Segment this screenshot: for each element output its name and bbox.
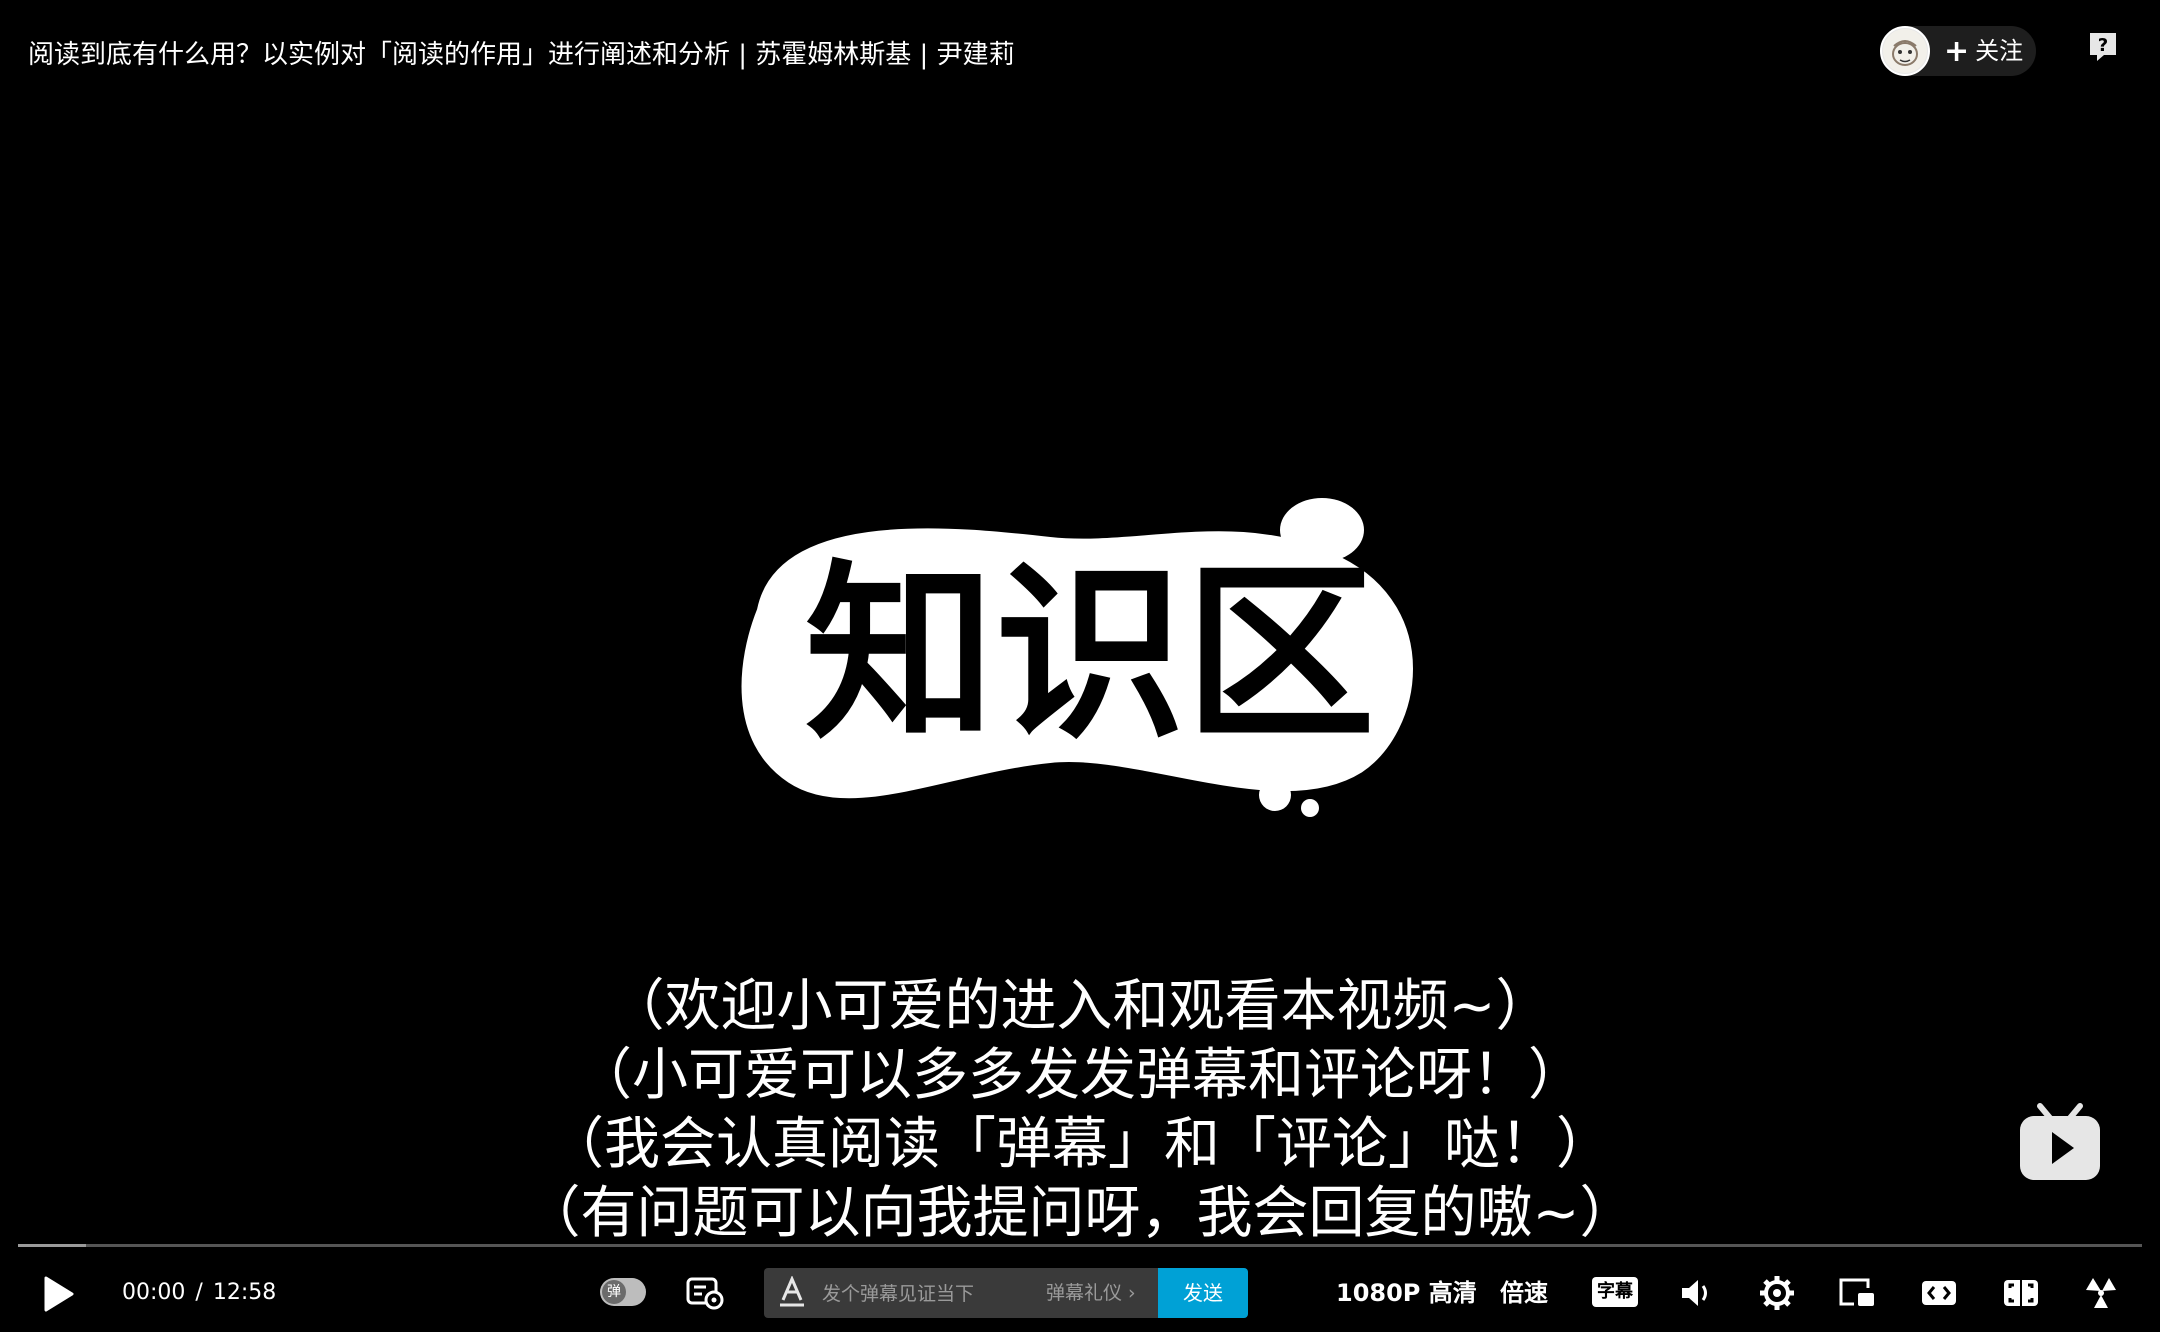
video-title: 阅读到底有什么用？以实例对「阅读的作用」进行阐述和分析 | 苏霍姆林斯基 | 尹… — [28, 40, 1015, 70]
danmaku-settings-icon[interactable] — [686, 1276, 724, 1310]
gear-icon[interactable] — [1758, 1274, 1796, 1312]
danmaku-etiquette-link[interactable]: 弹幕礼仪 › — [1046, 1268, 1136, 1318]
subtitle-line: （小可爱可以多多发发弹幕和评论呀！） — [576, 1043, 1584, 1108]
speed-button[interactable]: 倍速 — [1500, 1276, 1548, 1310]
subtitle-line: （欢迎小可爱的进入和观看本视频~） — [608, 974, 1552, 1039]
help-icon[interactable]: ? — [2086, 30, 2120, 64]
duration: 12:58 — [212, 1280, 277, 1305]
quality-button[interactable]: 1080P 高清 — [1336, 1276, 1477, 1310]
knowledge-zone-logo: 知识区 — [741, 498, 1413, 817]
subtitle-button[interactable]: 字幕 — [1592, 1277, 1638, 1307]
bilibili-tv-icon[interactable] — [2018, 1102, 2102, 1182]
time-display: 00:00 / 12:58 — [122, 1280, 276, 1326]
follow-label: 关注 — [1975, 37, 2024, 65]
picture-in-picture-icon[interactable] — [1838, 1274, 1876, 1312]
svg-text:?: ? — [2098, 35, 2108, 56]
volume-icon[interactable] — [1678, 1274, 1716, 1312]
subtitle-overlay: （欢迎小可爱的进入和观看本视频~） （小可爱可以多多发发弹幕和评论呀！） （我会… — [0, 972, 2160, 1248]
plus-icon: + — [1944, 34, 1970, 69]
font-style-icon[interactable] — [778, 1276, 806, 1308]
subtitle-line: （有问题可以向我提问呀，我会回复的嗷~） — [524, 1181, 1636, 1246]
send-danmaku-button[interactable]: 发送 — [1158, 1268, 1248, 1318]
danmaku-toggle-knob: 弹 — [602, 1280, 626, 1304]
uploader-avatar[interactable] — [1880, 26, 1930, 76]
buffered-bar — [18, 1244, 86, 1247]
danmaku-toggle[interactable]: 弹 — [600, 1278, 646, 1306]
logo-text: 知识区 — [805, 544, 1375, 765]
danmaku-input[interactable] — [820, 1268, 1034, 1320]
fullscreen-icon[interactable] — [2082, 1274, 2120, 1312]
web-fullscreen-icon[interactable] — [2002, 1274, 2040, 1312]
progress-bar[interactable] — [18, 1244, 2142, 1247]
subtitle-line: （我会认真阅读「弹幕」和「评论」哒！） — [548, 1112, 1612, 1177]
widescreen-icon[interactable] — [1920, 1274, 1958, 1312]
time-separator: / — [195, 1280, 203, 1305]
follow-button[interactable]: + 关注 — [1944, 26, 2023, 76]
play-icon[interactable] — [40, 1274, 76, 1314]
current-time: 00:00 — [122, 1280, 186, 1305]
